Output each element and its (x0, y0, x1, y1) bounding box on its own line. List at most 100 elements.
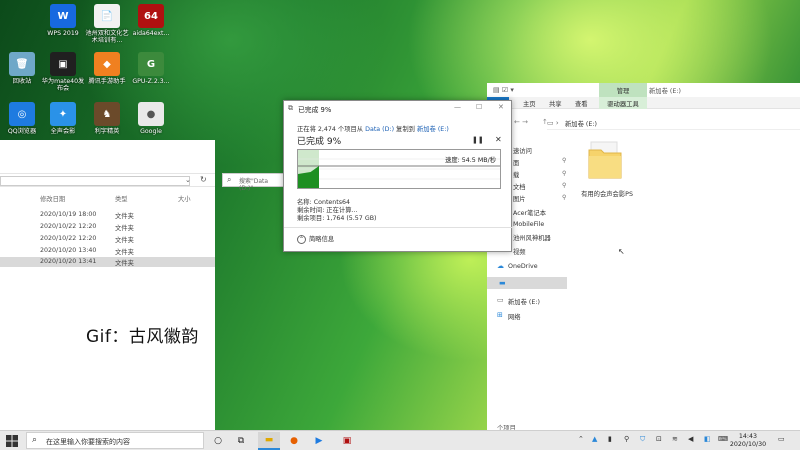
chevron-up-icon: ⌃ (297, 234, 306, 244)
chevron-up-icon[interactable]: ⌃ (578, 435, 584, 443)
drive-icon: ▭ (497, 296, 504, 304)
right-explorer-window[interactable]: ▤ ☑ ▾ 新加卷 (E:) 管理 主页 共享 查看 驱动器工具 ▭ › 新加卷… (487, 83, 800, 432)
desktop-icon[interactable]: ♞ 利字精英 (85, 102, 129, 135)
column-size[interactable]: 大小 (178, 194, 191, 203)
mic-icon[interactable]: ⚲ (624, 435, 629, 443)
quick-access-icon[interactable]: ▤ ☑ ▾ (493, 86, 514, 94)
maximize-icon[interactable]: ☐ (476, 103, 482, 111)
nav-item-drive-e[interactable]: 新加卷 (E:) (508, 297, 540, 306)
cancel-icon[interactable]: ✕ (495, 135, 502, 144)
up-icon[interactable]: ↑ (542, 118, 548, 126)
nav-item-this-pc[interactable]: ▬ (487, 277, 567, 289)
tab-drive-tools[interactable]: 驱动器工具 (599, 97, 647, 109)
transfer-speed: 速度: 54.5 MB/秒 (445, 157, 496, 164)
back-icon[interactable]: ← → (514, 118, 528, 126)
input-method-icon[interactable]: ◧ (704, 435, 711, 443)
desktop-icon[interactable]: 🗑 回收站 (0, 52, 44, 85)
table-row-selected[interactable]: 2020/10/20 13:41 文件夹 (0, 257, 215, 267)
desktop-icon[interactable]: ✦ 全声会影 (41, 102, 85, 135)
wifi-icon[interactable]: ≋ (672, 435, 678, 443)
shield-icon[interactable]: ⛉ (640, 435, 645, 444)
watermark-text: Gif：古风徽韵 (86, 327, 199, 347)
left-explorer-window[interactable]: ⌄ ↻ 修改日期 类型 大小 2020/10/19 18:00 文件夹 2020… (0, 140, 215, 430)
address-bar[interactable]: ▭ › 新加卷 (E:) (547, 116, 800, 130)
search-icon: ⌕ (32, 435, 38, 445)
close-icon[interactable]: ✕ (498, 103, 504, 111)
tab-share[interactable]: 共享 (549, 99, 562, 108)
recycle-bin-icon: 🗑 (9, 52, 35, 76)
tray-app-icon[interactable]: ▲ (592, 435, 597, 443)
pin-icon[interactable]: ⚲ (562, 182, 566, 189)
tab-manage[interactable]: 管理 (599, 83, 647, 97)
nav-item-network[interactable]: 网络 (508, 312, 521, 321)
pin-icon[interactable]: ⚲ (562, 170, 566, 177)
pin-icon[interactable]: ⚲ (562, 157, 566, 164)
desktop-icon[interactable]: 64 aida64ext... (129, 4, 173, 37)
desktop-icon[interactable]: ▣ 华为mate40发布会 (41, 52, 85, 92)
nav-item-videos[interactable]: 视频 (513, 247, 526, 256)
tab-home[interactable]: 主页 (523, 99, 536, 108)
desktop-icon[interactable]: ◆ 腾讯手游助手 (85, 52, 129, 85)
pause-icon[interactable]: ❚❚ (472, 136, 484, 144)
taskbar-clock[interactable]: 14:43 2020/10/30 (728, 433, 768, 448)
nav-item-pictures[interactable]: 图片 (513, 194, 526, 203)
tencent-game-icon: ◆ (94, 52, 120, 76)
taskbar: ⌕ 在这里输入你要搜索的内容 ○ ⧉ ▬ ● ▶ ▣ ⌃ ▲ ▮ ⚲ ⛉ ⊡ ≋… (0, 430, 800, 450)
nav-item-acer[interactable]: Acer笔记本 (513, 208, 546, 217)
nav-item-documents[interactable]: 文档 (513, 182, 526, 191)
row-date: 2020/10/22 12:20 (40, 235, 97, 242)
pin-icon[interactable]: ⚲ (562, 194, 566, 201)
copy-icon: ⧉ (288, 104, 293, 112)
file-explorer-icon[interactable]: ▬ (258, 432, 280, 450)
minimize-icon[interactable]: — (454, 103, 461, 111)
desktop-icon[interactable]: W WPS 2019 (41, 4, 85, 37)
dialog-title-bar[interactable]: ⧉ 已完成 9% — ☐ ✕ (284, 101, 513, 115)
chevron-down-icon[interactable]: ⌄ (185, 176, 191, 184)
column-type[interactable]: 类型 (115, 194, 128, 203)
folder-item[interactable] (587, 140, 623, 180)
desktop-icon[interactable]: G GPU-Z.2.3... (129, 52, 173, 85)
nav-item-downloads[interactable]: 载 (513, 170, 519, 179)
percent-complete: 已完成 9% (297, 137, 342, 147)
windows-start-icon[interactable] (6, 435, 18, 447)
firefox-icon[interactable]: ● (283, 432, 305, 450)
address-bar[interactable] (0, 176, 190, 186)
cortana-icon[interactable]: ○ (207, 432, 229, 450)
task-view-icon[interactable]: ⧉ (230, 432, 252, 450)
column-date[interactable]: 修改日期 (40, 194, 65, 203)
table-row[interactable]: 2020/10/22 12:20 文件夹 (0, 234, 215, 244)
desktop-icon[interactable]: ● Google (129, 102, 173, 135)
copy-progress-dialog[interactable]: ⧉ 已完成 9% — ☐ ✕ 正在将 2,474 个项目从 Data (D:) … (283, 100, 513, 252)
aida64-taskbar-icon[interactable]: ▣ (336, 432, 358, 450)
items-remaining: 剩余项目: 1,764 (5.57 GB) (297, 215, 377, 222)
table-row[interactable]: 2020/10/19 18:00 文件夹 (0, 210, 215, 220)
less-info-button[interactable]: ⌃ 简略信息 (297, 234, 334, 244)
volume-icon[interactable]: ◀ (688, 435, 693, 443)
desktop-icon[interactable]: 📄 池州双和文化艺术培训有... (85, 4, 129, 44)
nav-item-mobilefile[interactable]: MobileFile (513, 221, 544, 228)
nav-item-desktop[interactable]: 面 (513, 158, 519, 167)
wps-icon: W (50, 4, 76, 28)
search-icon: ⌕ (227, 175, 232, 184)
destination-link[interactable]: 新加卷 (E:) (417, 126, 449, 133)
search-input[interactable]: ⌕ 搜索"Data (D:)" (222, 173, 284, 192)
table-row[interactable]: 2020/10/20 13:40 文件夹 (0, 246, 215, 256)
row-date: 2020/10/20 13:41 (40, 258, 97, 265)
battery-icon[interactable]: ▮ (608, 435, 612, 443)
desktop-icon[interactable]: ◎ QQ浏览器 (0, 102, 44, 135)
tab-view[interactable]: 查看 (575, 99, 588, 108)
video-editor-icon[interactable]: ▶ (308, 432, 330, 450)
source-link[interactable]: Data (D:) (365, 126, 394, 133)
table-row[interactable]: 2020/10/22 12:20 文件夹 (0, 222, 215, 232)
clock-date: 2020/10/30 (729, 440, 767, 448)
nav-item-onedrive[interactable]: OneDrive (508, 263, 538, 270)
taskbar-search-input[interactable]: ⌕ 在这里输入你要搜索的内容 (26, 432, 204, 449)
row-type: 文件夹 (115, 260, 134, 267)
nav-item-chizhou[interactable]: 池州风神机器 (513, 233, 551, 242)
refresh-icon[interactable]: ↻ (200, 175, 207, 184)
keyboard-icon[interactable]: ⌨ (718, 435, 728, 443)
nav-item-quick-access[interactable]: 速访问 (513, 146, 532, 155)
address-text: 新加卷 (E:) (565, 121, 597, 128)
notification-icon[interactable]: ▭ (778, 435, 785, 443)
network-icon[interactable]: ⊡ (656, 435, 662, 443)
